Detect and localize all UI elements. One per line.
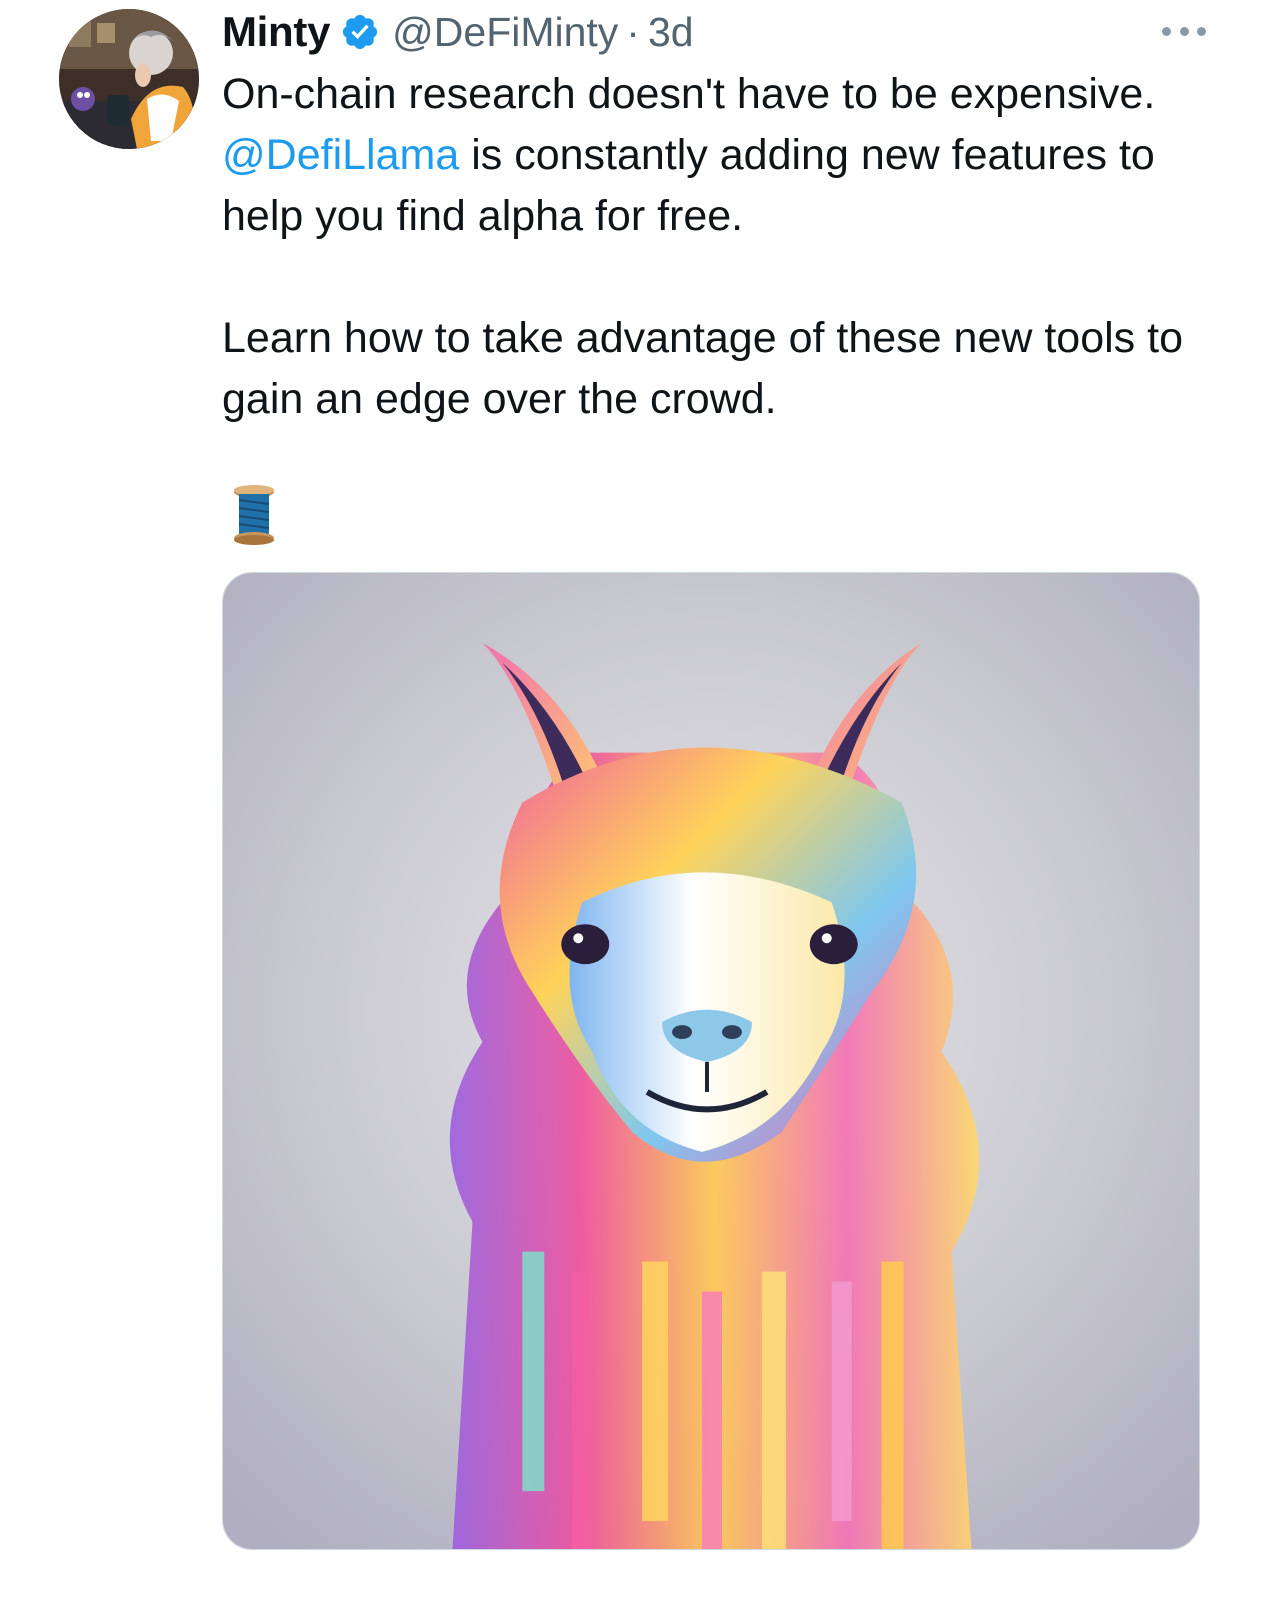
tweet-paragraph-2: Learn how to take advantage of these new…	[222, 314, 1183, 423]
dot	[1162, 26, 1171, 36]
tweet-paragraph-1: On-chain research doesn't have to be exp…	[222, 64, 1212, 247]
header-separator: ·	[626, 8, 640, 55]
tweet-image-llama[interactable]	[222, 572, 1200, 1550]
dot	[1197, 26, 1206, 36]
author-name[interactable]: Minty	[222, 8, 330, 56]
tweet: Minty @DeFiMinty · 3d On-chain research …	[0, 0, 1284, 1598]
mention-link[interactable]: @DefiLlama	[222, 131, 459, 179]
tweet-timestamp[interactable]: 3d	[648, 9, 694, 56]
dot	[1179, 26, 1189, 36]
tweet-text: On-chain research doesn't have to be exp…	[222, 64, 1212, 430]
text-segment: On-chain research doesn't have to be exp…	[222, 70, 1156, 118]
author-handle[interactable]: @DeFiMinty	[392, 9, 618, 56]
thread-spool-icon	[232, 484, 276, 546]
author-avatar[interactable]	[59, 9, 199, 149]
more-options-icon[interactable]	[1162, 24, 1206, 38]
tweet-header: Minty @DeFiMinty · 3d	[222, 6, 694, 58]
verified-badge-icon	[340, 12, 380, 52]
